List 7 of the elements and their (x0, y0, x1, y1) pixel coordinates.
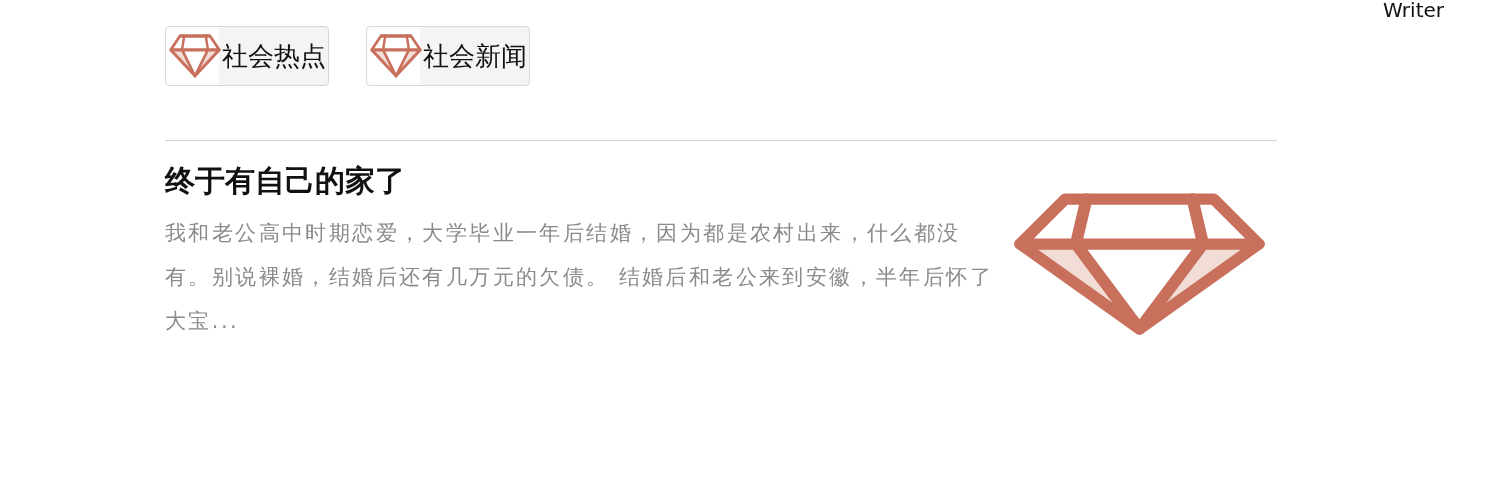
diamond-icon (168, 33, 222, 79)
writer-link[interactable]: Writer (1382, 0, 1444, 22)
tag-button[interactable]: 社会新闻 (366, 26, 530, 86)
article-excerpt: 我和老公高中时期恋爱，大学毕业一年后结婚，因为都是农村出来，什么都没有。别说裸婚，结婚后还有几万元的欠债。 结婚后和老公来到安徽，半年后怀了大宝... (165, 220, 995, 335)
article-title[interactable]: 终于有自己的家了 (165, 161, 995, 201)
diamond-icon (369, 33, 423, 79)
tag-button[interactable]: 社会热点 (165, 26, 329, 86)
